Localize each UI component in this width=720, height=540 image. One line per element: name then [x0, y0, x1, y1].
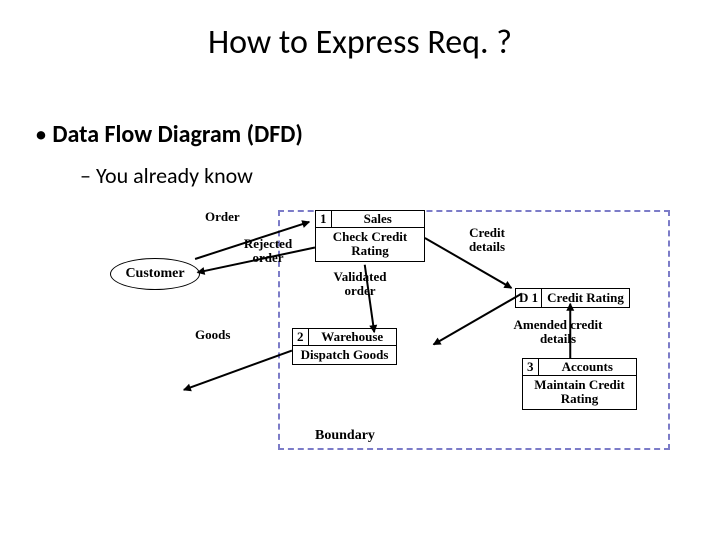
process-title: Warehouse — [309, 329, 397, 345]
external-label: Customer — [125, 266, 184, 282]
flow-credit-details: Credit details — [462, 226, 512, 253]
external-customer: Customer — [110, 258, 200, 290]
dfd-diagram: Boundary Customer 1 Sales Check Credit R… — [110, 210, 670, 460]
process-sales: 1 Sales Check Credit Rating — [315, 210, 425, 262]
process-num: 3 — [523, 359, 539, 375]
boundary-label: Boundary — [315, 428, 375, 444]
flow-goods: Goods — [195, 328, 230, 342]
process-body: Maintain Credit Rating — [523, 376, 636, 409]
process-body: Check Credit Rating — [316, 228, 424, 261]
process-body: Dispatch Goods — [293, 346, 396, 364]
process-num: 1 — [316, 211, 332, 227]
flow-amended: Amended credit details — [508, 318, 608, 345]
datastore-num: D 1 — [516, 289, 542, 307]
process-title: Accounts — [539, 359, 637, 375]
slide-title: How to Express Req. ? — [0, 22, 720, 63]
process-title: Sales — [332, 211, 425, 227]
flow-order: Order — [205, 210, 240, 224]
process-warehouse: 2 Warehouse Dispatch Goods — [292, 328, 397, 365]
datastore-title: Credit Rating — [542, 289, 629, 307]
bullet-level1: Data Flow Diagram (DFD) — [35, 120, 303, 149]
arrow-goods — [184, 350, 293, 391]
flow-validated: Validated order — [325, 270, 395, 297]
arrow-amended — [569, 304, 571, 359]
process-accounts: 3 Accounts Maintain Credit Rating — [522, 358, 637, 410]
bullet-level2: You already know — [80, 162, 253, 189]
process-num: 2 — [293, 329, 309, 345]
